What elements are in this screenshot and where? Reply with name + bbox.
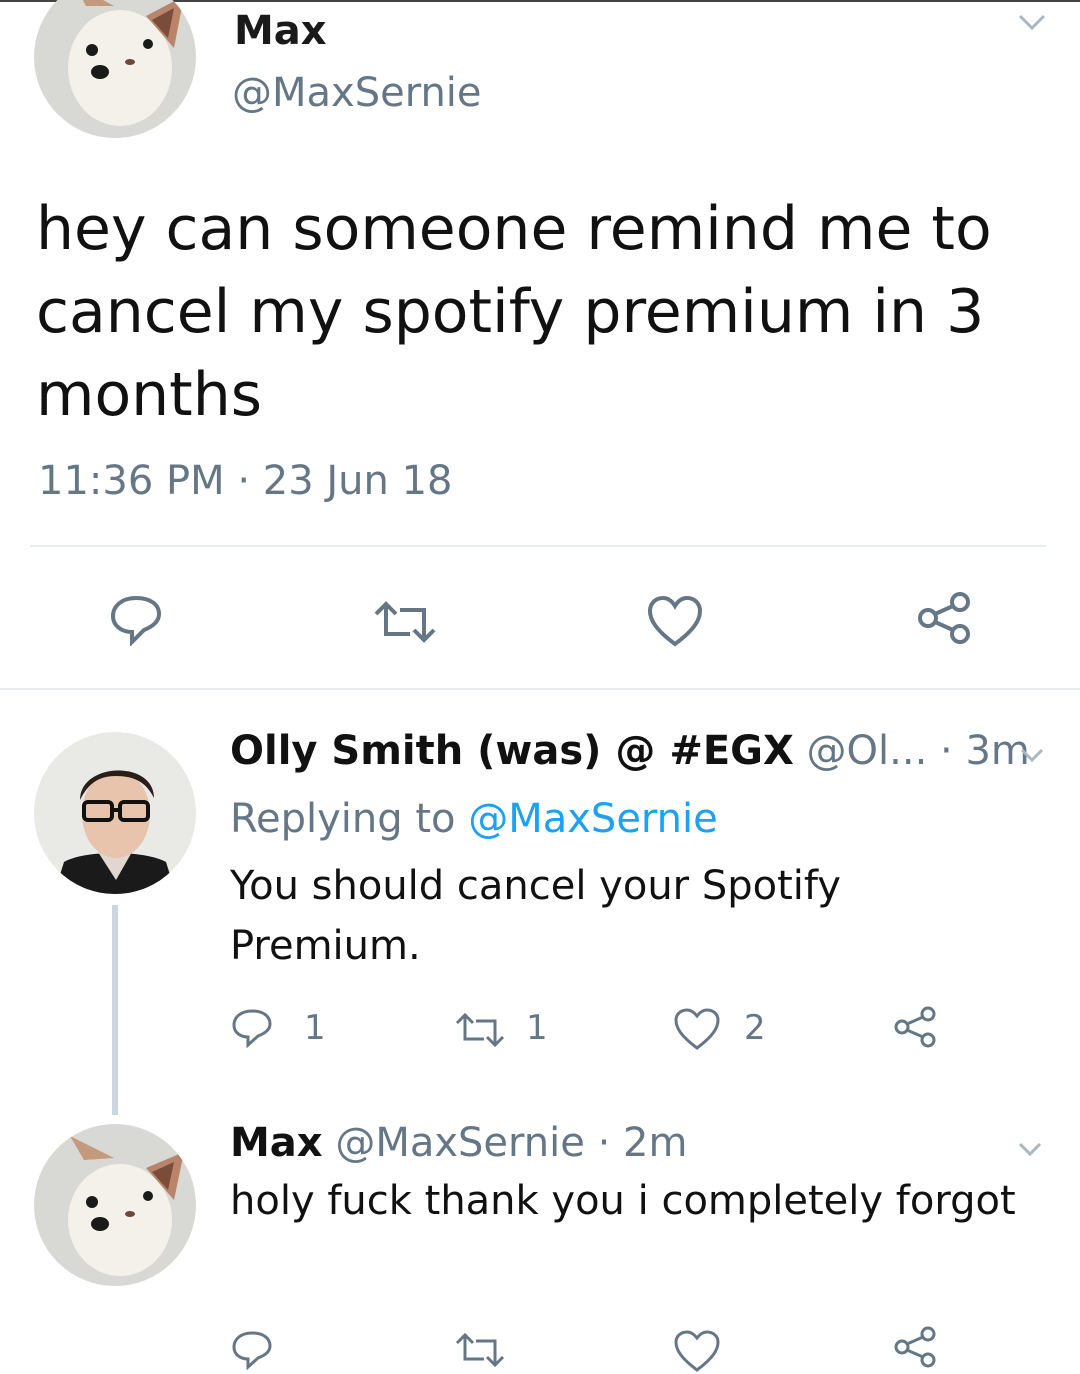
author-name[interactable]: Max [234,8,327,54]
retweet-count: 1 [526,1008,548,1048]
dog-avatar-image [34,0,196,138]
reply-icon[interactable] [230,1008,274,1048]
reply-time[interactable]: · 3m [940,728,1030,774]
reply-author-name[interactable]: Max [230,1120,323,1166]
avatar[interactable] [34,0,196,138]
tweet-text: hey can someone remind me to cancel my s… [36,194,992,430]
chevron-down-icon[interactable] [1018,746,1046,764]
replying-to-handle-link[interactable]: @MaxSernie [468,796,718,842]
retweet-icon[interactable] [452,1012,508,1048]
reply-author-handle[interactable]: @Ol... [807,728,928,774]
divider [0,688,1080,690]
avatar[interactable] [34,732,196,894]
like-count: 2 [744,1008,766,1048]
reply-author-name[interactable]: Olly Smith (was) @ #EGX [230,728,794,774]
like-icon[interactable] [672,1006,722,1052]
reply-author-handle[interactable]: @MaxSernie [335,1120,585,1166]
share-icon[interactable] [890,1324,940,1370]
chevron-down-icon[interactable] [1016,12,1048,32]
replying-to: Replying to @MaxSernie [230,796,718,842]
reply-header: Olly Smith (was) @ #EGX @Ol... · 3m [230,728,1030,774]
replying-to-label: Replying to [230,796,456,842]
like-icon[interactable] [646,594,704,648]
reply-count: 1 [304,1008,326,1048]
reply-header: Max @MaxSernie · 2m [230,1120,687,1166]
avatar[interactable] [34,1124,196,1286]
reply-text: holy fuck thank you i completely forgot [230,1178,1016,1224]
like-icon[interactable] [672,1328,722,1374]
share-icon[interactable] [914,590,974,646]
reply-icon[interactable] [108,594,164,646]
retweet-icon[interactable] [370,600,440,644]
reply-icon[interactable] [230,1330,274,1370]
share-icon[interactable] [890,1004,940,1050]
dog-avatar-image [34,1124,196,1286]
reply-time[interactable]: · 2m [598,1120,688,1166]
thread-connector [112,905,118,1115]
author-handle[interactable]: @MaxSernie [232,70,482,116]
tweet-timestamp[interactable]: 11:36 PM · 23 Jun 18 [38,458,453,504]
person-avatar-image [34,732,196,894]
chevron-down-icon[interactable] [1016,1140,1044,1158]
divider [30,545,1046,547]
retweet-icon[interactable] [452,1332,508,1368]
reply-text: You should cancel your Spotify Premium. [230,863,841,969]
